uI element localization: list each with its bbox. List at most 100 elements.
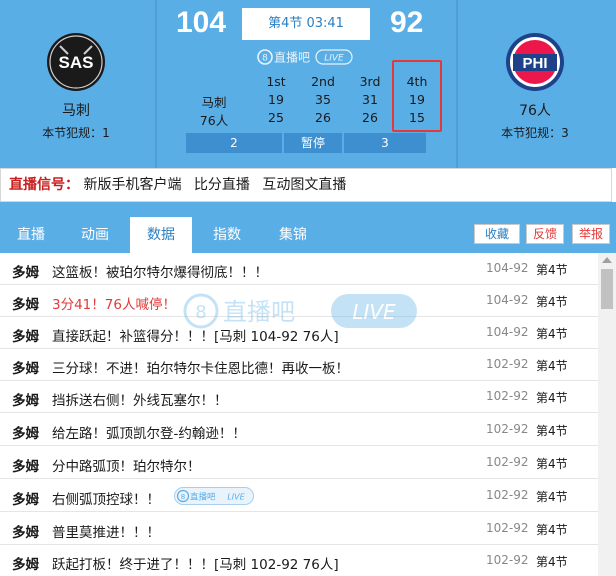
favorite-button[interactable]: 收藏	[474, 224, 520, 244]
away-timeouts: 3	[344, 133, 426, 153]
svg-text:PHI: PHI	[522, 55, 547, 72]
feed-row: 多姆 这篮板！被珀尔特尔爆得彻底！！！ 104-92 第4节	[0, 253, 598, 285]
row-score: 102-92	[486, 389, 529, 403]
commentator: 多姆	[12, 492, 39, 508]
spacer	[0, 202, 616, 217]
home-timeouts: 2	[186, 133, 282, 153]
away-score: 92	[390, 6, 424, 39]
76ers-logo-icon[interactable]: PHI	[505, 32, 565, 92]
row-quarter: 第4节	[536, 424, 568, 438]
tab-data[interactable]: 数据	[130, 217, 192, 253]
scoreboard-header: SAS 马刺 本节犯规：1 104 第4节 03:41 92 8 直播吧 LIV…	[0, 0, 616, 168]
svg-text:直播吧: 直播吧	[274, 51, 310, 65]
divider	[155, 0, 157, 168]
row-score: 104-92	[486, 293, 529, 307]
commentator: 多姆	[12, 426, 39, 442]
commentary-text: 分中路弧顶！珀尔特尔！	[52, 459, 201, 475]
tab-animation[interactable]: 动画	[64, 217, 126, 253]
svg-text:8: 8	[181, 493, 185, 501]
svg-text:SAS: SAS	[59, 53, 94, 72]
quarter-header: 3rd	[359, 74, 381, 89]
row-score: 104-92	[486, 325, 529, 339]
commentator: 多姆	[12, 297, 39, 313]
feed-row: 多姆 跃起打板！终于进了！！！[马刺 102-92 76人] 102-92 第4…	[0, 545, 598, 576]
row-score: 102-92	[486, 455, 529, 469]
feed-row: 多姆 直接跃起！补篮得分！！！[马刺 104-92 76人] 104-92 第4…	[0, 317, 598, 349]
commentator: 多姆	[12, 265, 39, 281]
quarter-score: 26	[362, 110, 378, 125]
row-quarter: 第4节	[536, 263, 568, 277]
svg-text:直播吧: 直播吧	[190, 492, 216, 503]
commentary-feed[interactable]: 多姆 这篮板！被珀尔特尔爆得彻底！！！ 104-92 第4节 多姆 3分41！7…	[0, 253, 598, 576]
home-team-panel: SAS 马刺 本节犯规：1	[0, 0, 152, 168]
row-quarter: 第4节	[536, 457, 568, 471]
feed-row: 多姆 挡拆送右侧！外线瓦塞尔！！ 102-92 第4节	[0, 381, 598, 413]
quarter-score: 26	[315, 110, 331, 125]
commentary-text: 这篮板！被珀尔特尔爆得彻底！！！	[52, 265, 268, 281]
tab-odds[interactable]: 指数	[196, 217, 258, 253]
quarter-score: 19	[268, 92, 284, 107]
feed-row: 多姆 给左路！弧顶凯尔登-约翰逊！！ 102-92 第4节	[0, 414, 598, 446]
row-quarter: 第4节	[536, 327, 568, 341]
quarter-score: 25	[268, 110, 284, 125]
quarter-score: 31	[362, 92, 378, 107]
home-quarter-team: 马刺	[201, 95, 227, 110]
timeout-bar: 2 暂停 3	[186, 133, 426, 153]
row-quarter: 第4节	[536, 391, 568, 405]
feed-row: 多姆 右侧弧顶控球！！ 8 直播吧 LIVE 102-92 第4节	[0, 480, 598, 512]
row-score: 102-92	[486, 521, 529, 535]
row-quarter: 第4节	[536, 555, 568, 569]
signal-label: 直播信号：	[9, 177, 79, 193]
signal-link-text-live[interactable]: 互动图文直播	[262, 177, 346, 193]
scroll-up-arrow-icon[interactable]	[602, 257, 612, 263]
feed-row: 多姆 分中路弧顶！珀尔特尔！ 102-92 第4节	[0, 447, 598, 479]
commentary-text: 三分球！不进！珀尔特尔卡住恩比德！再收一板！	[52, 361, 349, 377]
quarter-header: 2nd	[311, 74, 335, 89]
report-button[interactable]: 举报	[572, 224, 610, 244]
signal-link-mobile-app[interactable]: 新版手机客户端	[83, 177, 181, 193]
row-score: 102-92	[486, 553, 529, 567]
quarter-header: 1st	[266, 74, 286, 89]
tab-highlights[interactable]: 集锦	[262, 217, 324, 253]
timeouts-label: 暂停	[284, 133, 342, 153]
row-quarter: 第4节	[536, 295, 568, 309]
commentator: 多姆	[12, 361, 39, 377]
row-score: 102-92	[486, 357, 529, 371]
row-score: 102-92	[486, 488, 529, 502]
row-score: 102-92	[486, 422, 529, 436]
away-team-fouls: 本节犯规：3	[501, 126, 569, 140]
svg-text:LIVE: LIVE	[324, 54, 344, 64]
feed-row: 多姆 三分球！不进！珀尔特尔卡住恩比德！再收一板！ 102-92 第4节	[0, 349, 598, 381]
live-signal-bar: 直播信号： 新版手机客户端 比分直播 互动图文直播	[0, 168, 612, 202]
divider	[456, 0, 458, 168]
svg-text:LIVE: LIVE	[227, 493, 245, 502]
scroll-thumb[interactable]	[601, 269, 613, 309]
zhibo8-live-logo-icon: 8 直播吧 LIVE	[257, 49, 353, 65]
signal-link-score-live[interactable]: 比分直播	[194, 177, 250, 193]
commentary-text: 3分41！76人喊停！	[52, 297, 176, 313]
commentator: 多姆	[12, 329, 39, 345]
feed-row: 多姆 普里莫推进！！！ 102-92 第4节	[0, 513, 598, 545]
commentator: 多姆	[12, 459, 39, 475]
game-clock: 第4节 03:41	[242, 8, 370, 40]
row-quarter: 第4节	[536, 523, 568, 537]
tab-live[interactable]: 直播	[0, 217, 62, 253]
home-score: 104	[176, 6, 227, 39]
feedback-button[interactable]: 反馈	[526, 224, 564, 244]
row-quarter: 第4节	[536, 359, 568, 373]
home-team-fouls: 本节犯规：1	[42, 126, 110, 140]
feed-scrollbar[interactable]	[598, 253, 616, 576]
svg-text:8: 8	[262, 54, 268, 64]
commentary-text: 跃起打板！终于进了！！！[马刺 102-92 76人]	[52, 557, 339, 573]
commentator: 多姆	[12, 525, 39, 541]
commentary-text: 挡拆送右侧！外线瓦塞尔！！	[52, 393, 228, 409]
home-team-name[interactable]: 马刺	[0, 100, 152, 120]
tab-bar: 直播 动画 数据 指数 集锦 收藏 反馈 举报	[0, 217, 616, 253]
row-score: 104-92	[486, 261, 529, 275]
away-team-name[interactable]: 76人	[459, 100, 611, 120]
row-quarter: 第4节	[536, 490, 568, 504]
away-quarter-team: 76人	[199, 113, 229, 128]
commentary-text: 普里莫推进！！！	[52, 525, 160, 541]
commentary-text: 给左路！弧顶凯尔登-约翰逊！！	[52, 426, 246, 442]
spurs-logo-icon[interactable]: SAS	[46, 32, 106, 92]
